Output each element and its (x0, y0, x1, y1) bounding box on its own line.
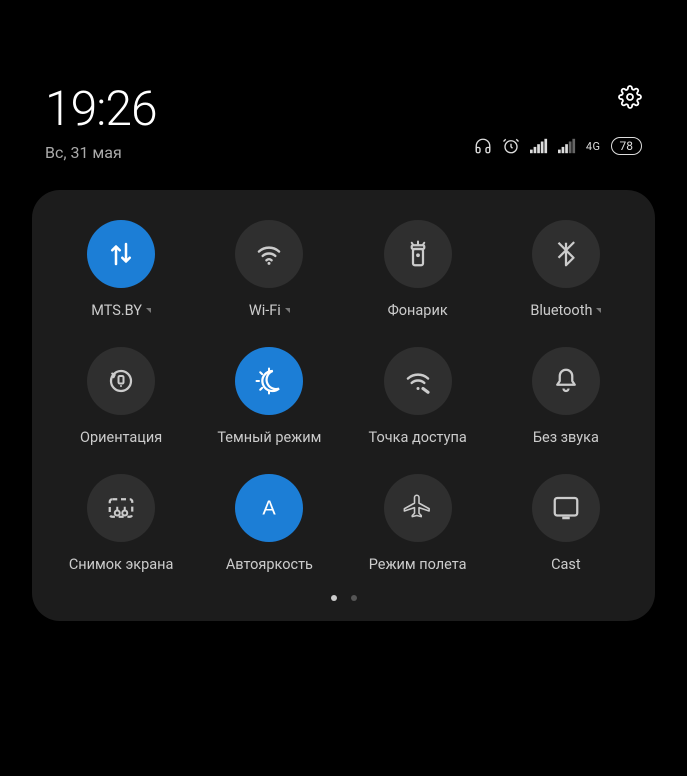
tile-button-dark-mode[interactable] (235, 347, 303, 415)
chevron-down-icon[interactable] (146, 308, 151, 313)
tile-label-text: Wi-Fi (249, 302, 281, 319)
tile-label-text: Ориентация (80, 429, 162, 446)
tile-label: Ориентация (80, 429, 162, 446)
tile-label: Без звука (533, 429, 599, 446)
tile-button-flashlight[interactable] (384, 220, 452, 288)
tiles-grid: MTS.BY Wi-Fi Фонарик Bluetooth Ориентация Тем… (52, 220, 635, 573)
tile-flashlight[interactable]: Фонарик (349, 220, 487, 319)
tile-auto-brightness[interactable]: Автояркость (200, 474, 338, 573)
screenshot-icon (106, 493, 136, 523)
tile-button-airplane[interactable] (384, 474, 452, 542)
mobile-data-icon (106, 239, 136, 269)
pager-dot[interactable] (351, 595, 357, 601)
tile-label: Точка доступа (369, 429, 467, 446)
tile-silent[interactable]: Без звука (497, 347, 635, 446)
tile-label-text: Фонарик (388, 302, 448, 319)
signal-icon-1 (530, 137, 548, 155)
tile-button-screenshot[interactable] (87, 474, 155, 542)
tile-label-text: Темный режим (217, 429, 321, 446)
tile-label: Режим полета (369, 556, 467, 573)
status-bar-icons: 4G 78 (474, 137, 642, 155)
hotspot-icon (403, 366, 433, 396)
tile-button-mobile-data[interactable] (87, 220, 155, 288)
tile-label-text: MTS.BY (91, 302, 142, 319)
pager-dot[interactable] (331, 595, 337, 601)
tile-button-wifi[interactable] (235, 220, 303, 288)
quick-settings-panel: MTS.BY Wi-Fi Фонарик Bluetooth Ориентация Тем… (32, 190, 655, 621)
chevron-down-icon[interactable] (596, 308, 601, 313)
tile-screenshot[interactable]: Снимок экрана (52, 474, 190, 573)
tile-label-text: Снимок экрана (69, 556, 174, 573)
battery-indicator: 78 (611, 137, 643, 155)
bluetooth-icon (551, 239, 581, 269)
tile-label: Снимок экрана (69, 556, 174, 573)
tile-hotspot[interactable]: Точка доступа (349, 347, 487, 446)
headphones-icon (474, 137, 492, 155)
tile-label-text: Cast (551, 556, 581, 573)
tile-label: Wi-Fi (249, 302, 290, 319)
tile-button-auto-brightness[interactable] (235, 474, 303, 542)
tile-label-text: Bluetooth (530, 302, 592, 319)
tile-mobile-data[interactable]: MTS.BY (52, 220, 190, 319)
tile-dark-mode[interactable]: Темный режим (200, 347, 338, 446)
battery-level: 78 (620, 139, 634, 153)
tile-button-bluetooth[interactable] (532, 220, 600, 288)
gear-icon (618, 85, 642, 109)
tile-label: MTS.BY (91, 302, 151, 319)
tile-label-text: Автояркость (226, 556, 313, 573)
wifi-icon (254, 239, 284, 269)
tile-button-cast[interactable] (532, 474, 600, 542)
clock-time: 19:26 (45, 85, 157, 133)
tile-airplane[interactable]: Режим полета (349, 474, 487, 573)
tile-button-silent[interactable] (532, 347, 600, 415)
orientation-icon (106, 366, 136, 396)
tile-label-text: Точка доступа (369, 429, 467, 446)
alarm-icon (502, 137, 520, 155)
flashlight-icon (403, 239, 433, 269)
tile-bluetooth[interactable]: Bluetooth (497, 220, 635, 319)
clock-date: Вс, 31 мая (45, 143, 157, 162)
tile-label-text: Без звука (533, 429, 599, 446)
dark-mode-icon (254, 366, 284, 396)
settings-button[interactable] (618, 85, 642, 113)
header-right: 4G 78 (474, 85, 642, 155)
airplane-icon (403, 493, 433, 523)
tile-label-text: Режим полета (369, 556, 467, 573)
header-left: 19:26 Вс, 31 мая (45, 85, 157, 162)
tile-button-orientation[interactable] (87, 347, 155, 415)
chevron-down-icon[interactable] (285, 308, 290, 313)
auto-brightness-icon (254, 493, 284, 523)
tile-label: Bluetooth (530, 302, 601, 319)
tile-label: Фонарик (388, 302, 448, 319)
tile-orientation[interactable]: Ориентация (52, 347, 190, 446)
tile-cast[interactable]: Cast (497, 474, 635, 573)
signal-icon-2 (558, 137, 576, 155)
network-type-label: 4G (586, 140, 601, 153)
page-indicator (52, 595, 635, 601)
silent-icon (551, 366, 581, 396)
tile-button-hotspot[interactable] (384, 347, 452, 415)
tile-label: Темный режим (217, 429, 321, 446)
tile-wifi[interactable]: Wi-Fi (200, 220, 338, 319)
tile-label: Cast (551, 556, 581, 573)
cast-icon (551, 493, 581, 523)
tile-label: Автояркость (226, 556, 313, 573)
notification-header: 19:26 Вс, 31 мая 4G (0, 0, 687, 162)
